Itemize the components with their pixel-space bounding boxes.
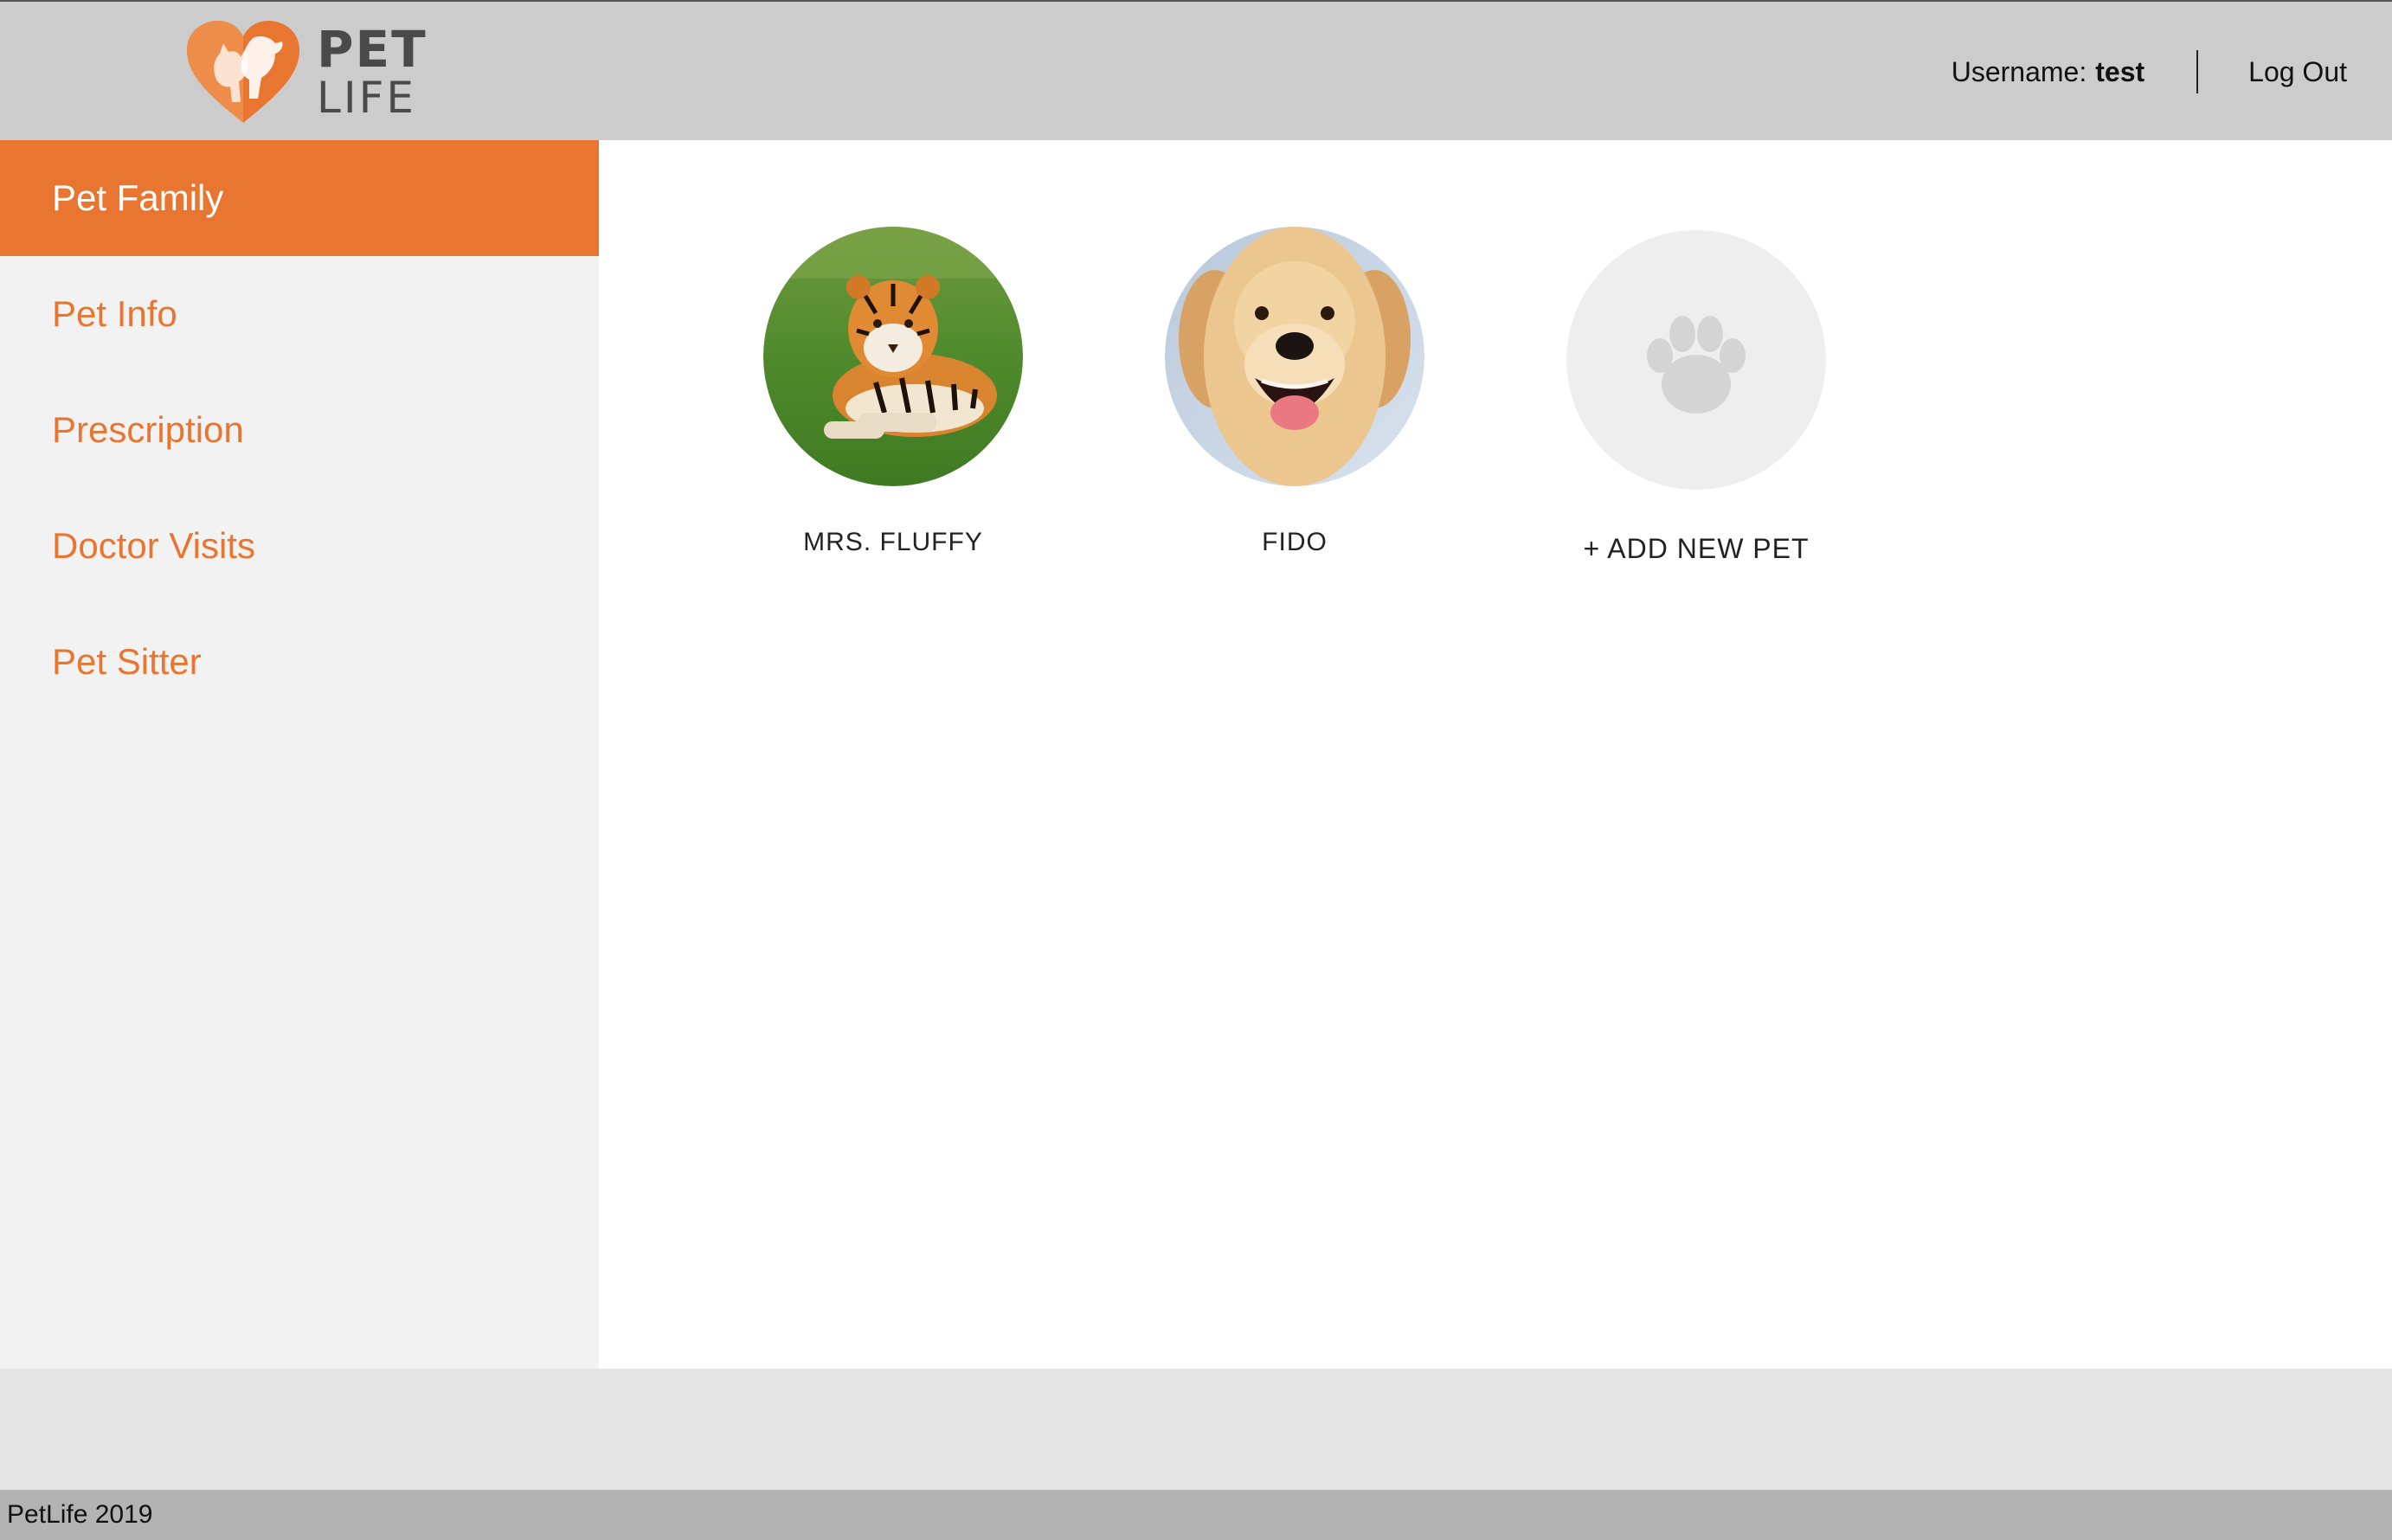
- add-new-pet-label: + ADD NEW PET: [1583, 533, 1810, 564]
- username-value: test: [2095, 55, 2145, 87]
- add-new-pet-button[interactable]: + ADD NEW PET: [1566, 230, 1826, 565]
- pet-card-mrs-fluffy[interactable]: MRS. FLUFFY: [763, 227, 1023, 557]
- pet-card-fido[interactable]: FIDO: [1165, 227, 1424, 557]
- sidebar: Pet Family Pet Info Prescription Doctor …: [0, 140, 599, 1369]
- sidebar-item-doctor-visits[interactable]: Doctor Visits: [0, 488, 599, 604]
- sidebar-item-label: Pet Info: [52, 293, 177, 334]
- add-pet-placeholder: [1566, 230, 1826, 490]
- user-area: Username: test Log Out: [1952, 2, 2347, 142]
- golden-retriever-photo: [1165, 227, 1424, 486]
- sidebar-item-pet-info[interactable]: Pet Info: [0, 256, 599, 372]
- heart-pet-logo-icon: [187, 21, 299, 123]
- header-divider: [2196, 50, 2199, 93]
- logo-line-pet: PET: [317, 20, 428, 79]
- top-header: PET LIFE Username: test Log Out: [0, 0, 2392, 140]
- footer-band: [0, 1369, 2392, 1490]
- username-label: Username:: [1951, 55, 2087, 87]
- petlife-logo[interactable]: PET LIFE: [185, 19, 428, 125]
- pet-family-panel: MRS. FLUFFY FIDO + ADD NEW PET: [599, 140, 2392, 1369]
- sidebar-item-label: Pet Family: [52, 177, 224, 218]
- footer-copyright: PetLife 2019: [7, 1500, 153, 1529]
- tiger-photo: [763, 227, 1023, 486]
- logo-line-life: LIFE: [317, 73, 416, 123]
- sidebar-item-label: Prescription: [52, 409, 244, 450]
- sidebar-item-label: Doctor Visits: [52, 525, 255, 566]
- logout-link[interactable]: Log Out: [2248, 56, 2347, 88]
- sidebar-item-prescription[interactable]: Prescription: [0, 372, 599, 488]
- sidebar-item-label: Pet Sitter: [52, 641, 202, 682]
- pet-name: FIDO: [1262, 528, 1328, 556]
- sidebar-item-pet-sitter[interactable]: Pet Sitter: [0, 604, 599, 720]
- pet-name: MRS. FLUFFY: [803, 528, 983, 556]
- username-display: Username: test: [1952, 56, 2144, 88]
- paw-icon: [1647, 316, 1746, 414]
- footer: PetLife 2019: [0, 1490, 2392, 1540]
- sidebar-item-pet-family[interactable]: Pet Family: [0, 140, 599, 256]
- logo-wordmark: PET LIFE: [317, 24, 428, 119]
